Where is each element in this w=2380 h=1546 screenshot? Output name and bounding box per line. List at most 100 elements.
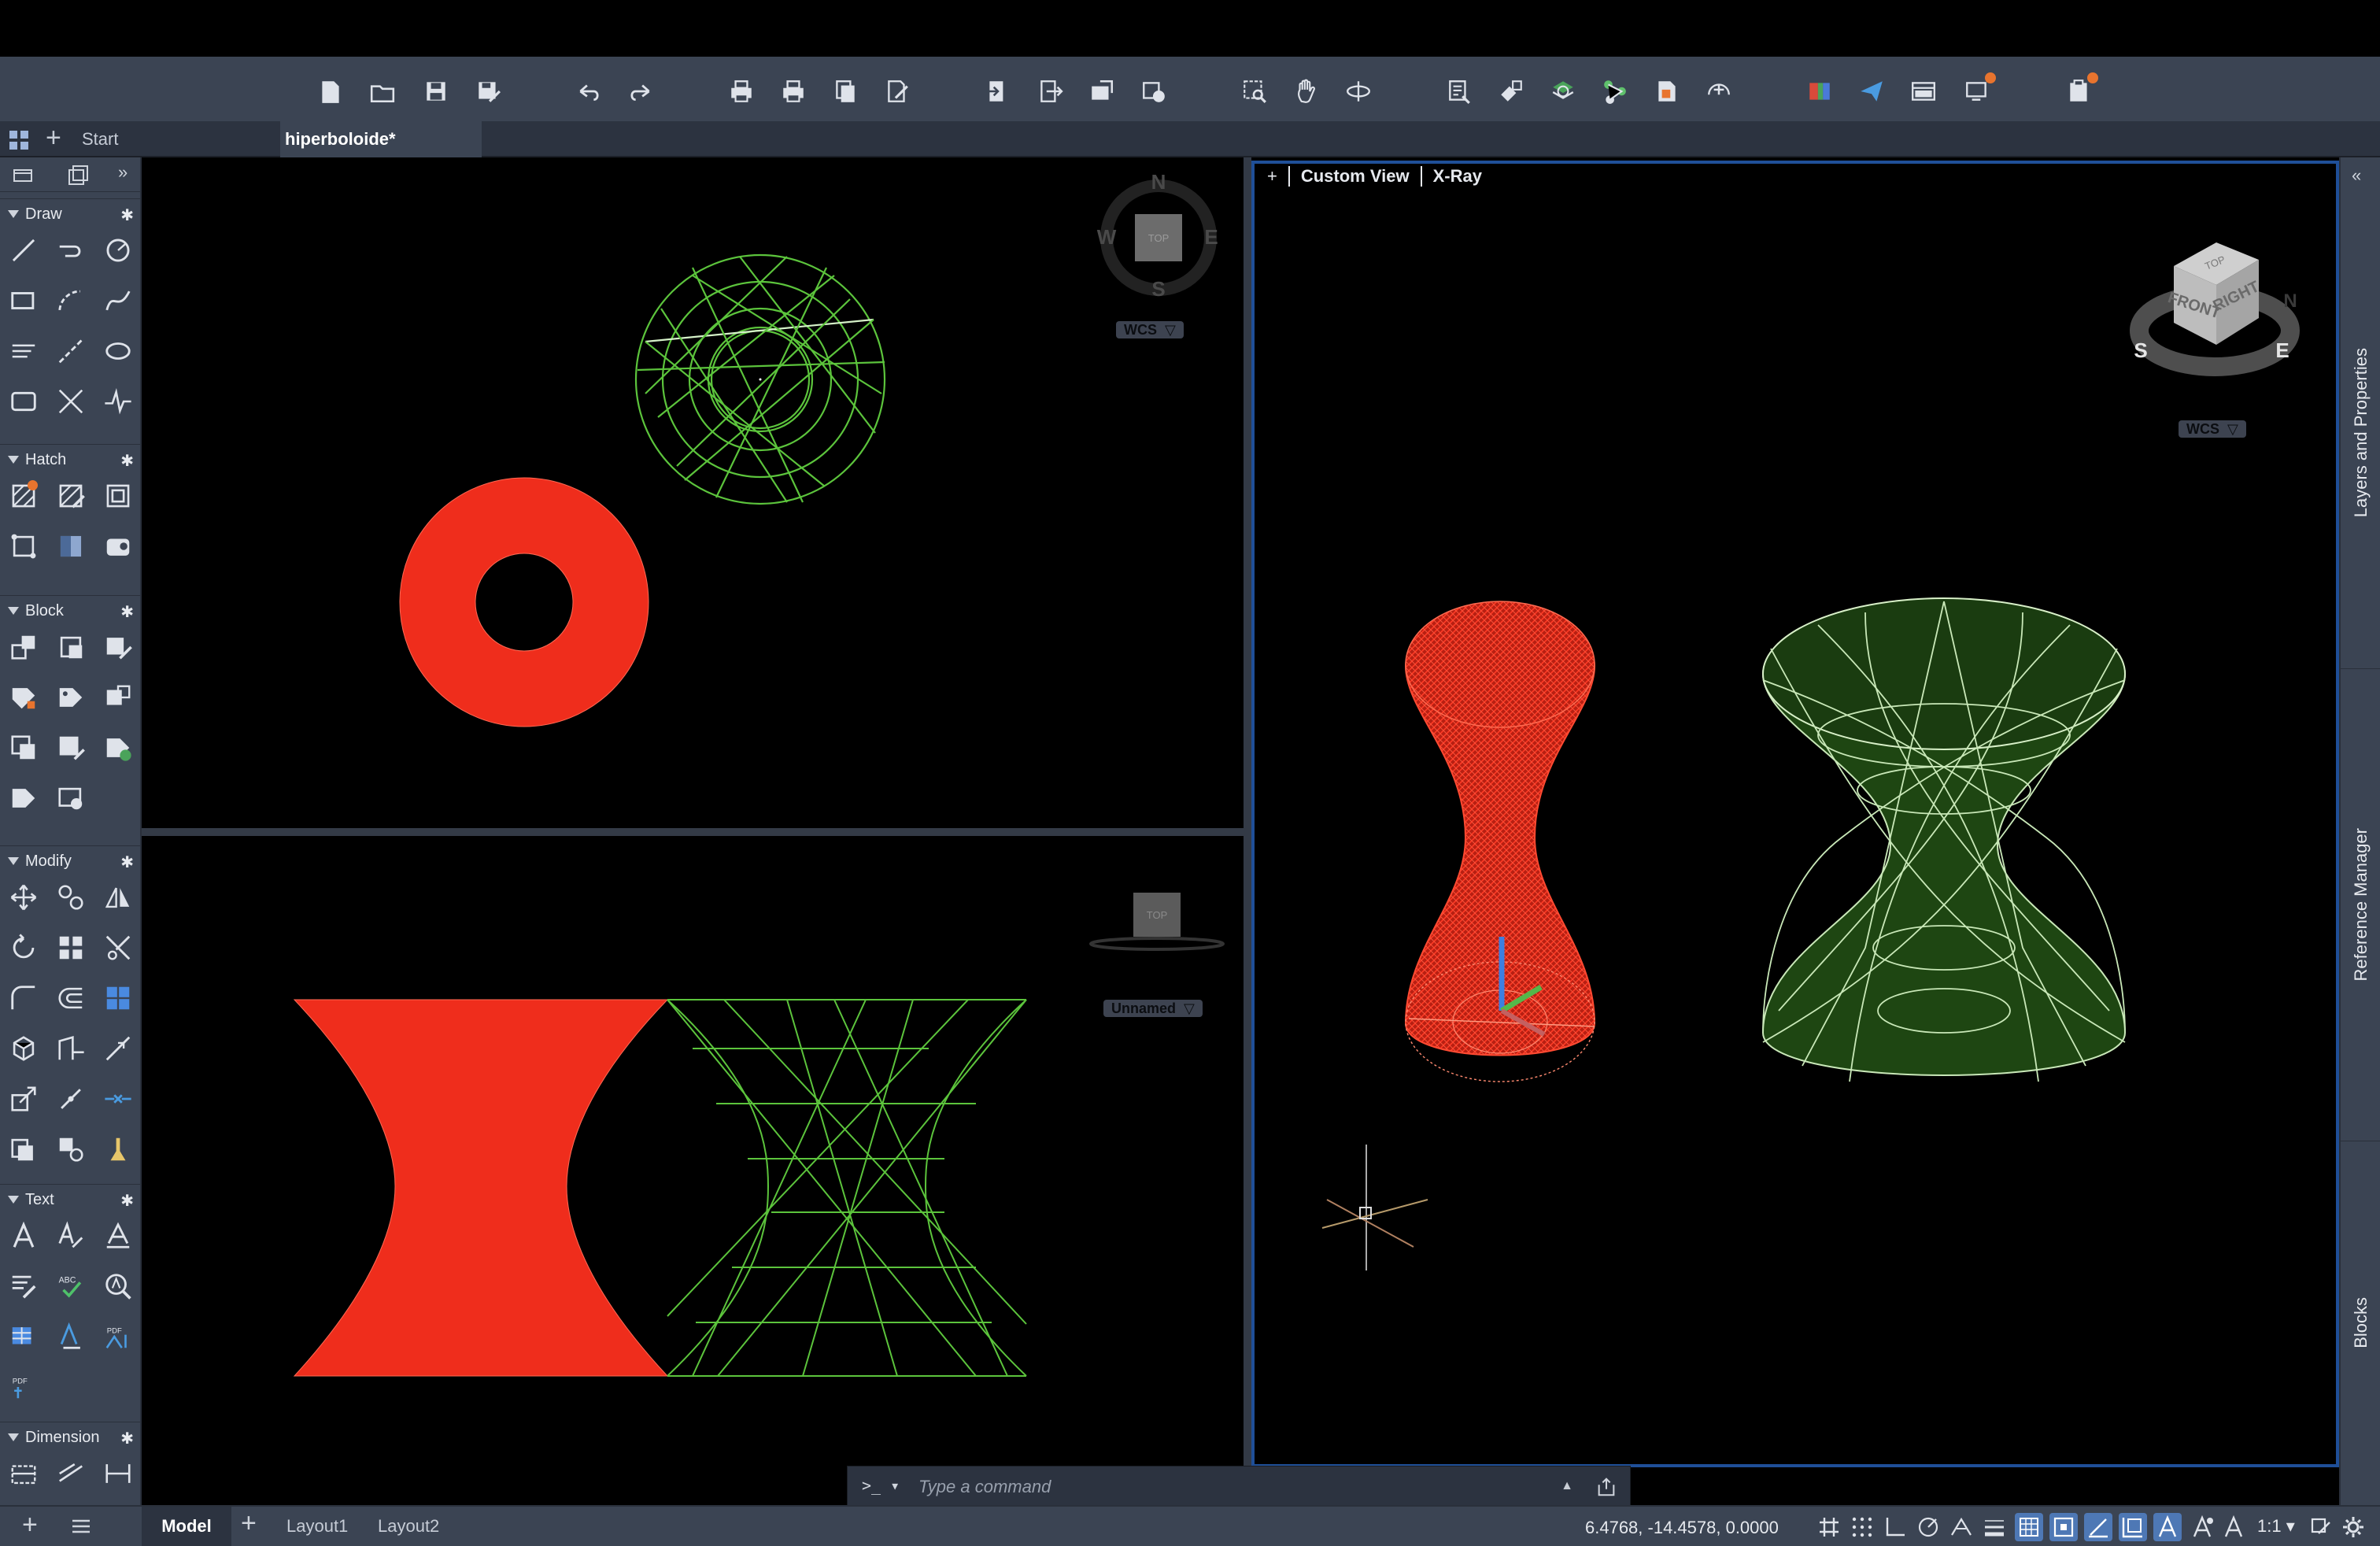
gear-icon[interactable]: ✱ [120, 853, 134, 872]
transparency-icon[interactable] [2015, 1513, 2043, 1541]
open-icon[interactable] [368, 77, 397, 105]
add-icon[interactable]: + [22, 1510, 38, 1540]
layer-icon[interactable] [1549, 77, 1577, 105]
match2-tool-icon[interactable] [55, 1134, 87, 1165]
gear-icon[interactable]: ✱ [120, 451, 134, 471]
wipe-tool-icon[interactable] [102, 531, 134, 562]
Aslant-tool-icon[interactable] [55, 1220, 87, 1252]
properties-icon[interactable] [1445, 77, 1473, 105]
polyline-tool-icon[interactable] [55, 235, 87, 266]
A-tool-icon[interactable] [8, 1220, 39, 1252]
spell-tool-icon[interactable]: ABC [55, 1270, 87, 1302]
xref-icon[interactable] [1601, 77, 1629, 105]
lineweight-icon[interactable] [1980, 1513, 2009, 1541]
dimlin-tool-icon[interactable] [8, 1458, 39, 1489]
replace-tool-icon[interactable] [55, 1321, 87, 1352]
xl-tool-icon[interactable] [55, 386, 87, 417]
spline-tool-icon[interactable] [102, 285, 134, 316]
orbit-icon[interactable] [1344, 77, 1373, 105]
object-snap-tracking-icon[interactable] [2084, 1513, 2112, 1541]
tab-hiperboloide[interactable]: hiperboloide* [280, 121, 482, 157]
region-tool-icon[interactable] [8, 531, 39, 562]
mtext-tool-icon[interactable] [8, 1270, 39, 1302]
line-tool-icon[interactable] [8, 235, 39, 266]
ellipse-tool-icon[interactable] [102, 335, 134, 367]
palette-section-block[interactable]: Block ✱ [0, 595, 142, 627]
tab-layout2[interactable]: Layout2 [378, 1507, 439, 1546]
save-as-icon[interactable] [474, 77, 502, 105]
compass[interactable]: TOP N S E W [1097, 170, 1218, 301]
dimali-tool-icon[interactable] [55, 1458, 87, 1489]
pan-icon[interactable] [1292, 77, 1321, 105]
write-tool-icon[interactable] [102, 631, 134, 663]
model-space-icon[interactable] [13, 167, 36, 184]
join-tool-icon[interactable] [102, 1083, 134, 1115]
expand-palette-icon[interactable]: » [118, 162, 128, 183]
lengthen-tool-icon[interactable] [102, 1033, 134, 1064]
arc-tool-icon[interactable] [55, 285, 87, 316]
gear-icon[interactable]: ✱ [120, 1191, 134, 1211]
create-tool-icon[interactable] [55, 631, 87, 663]
dynamic-ucs-icon[interactable] [2119, 1513, 2147, 1541]
command-history-icon[interactable] [1591, 1473, 1622, 1501]
insert-tool-icon[interactable] [8, 631, 39, 663]
gradient-tool-icon[interactable] [55, 531, 87, 562]
scale-tool-icon[interactable] [8, 1083, 39, 1115]
visual-style-button[interactable]: X-Ray [1433, 166, 1482, 187]
isometric-icon[interactable] [1947, 1513, 1975, 1541]
palette-section-draw[interactable]: Draw ✱ [0, 198, 142, 230]
layout-space-icon[interactable] [66, 164, 90, 187]
zoom-window-icon[interactable] [1240, 77, 1269, 105]
3d-tool-icon[interactable] [8, 1033, 39, 1064]
attman-tool-icon[interactable] [102, 732, 134, 764]
share-icon[interactable] [1088, 77, 1116, 105]
collapse-panel-icon[interactable]: « [2352, 165, 2361, 186]
command-prompt-icon[interactable]: >_ ▾ [862, 1476, 900, 1495]
red-hyperboloid-top-view[interactable] [399, 477, 649, 727]
updates-icon[interactable] [2065, 72, 2098, 105]
pdf-tool-icon[interactable]: PDF [8, 1371, 39, 1403]
palette-section-modify[interactable]: Modify ✱ [0, 845, 142, 877]
view-controls-button[interactable]: Custom View [1301, 166, 1410, 187]
batch-plot-icon[interactable] [883, 77, 911, 105]
palette-section-hatch[interactable]: Hatch ✱ [0, 444, 142, 475]
grid-tool-icon[interactable] [102, 982, 134, 1014]
undo-icon[interactable] [575, 77, 603, 105]
boundary-tool-icon[interactable] [102, 480, 134, 512]
import-icon[interactable] [984, 77, 1012, 105]
gear-icon[interactable]: ✱ [120, 602, 134, 622]
change-tool-icon[interactable] [8, 1134, 39, 1165]
offset-tool-icon[interactable] [55, 982, 87, 1014]
viewport-top-left[interactable]: TOP N S E W WCS ▽ [142, 157, 1244, 828]
block-icon[interactable] [1653, 77, 1681, 105]
ortho-mode-icon[interactable] [1881, 1513, 1909, 1541]
annotation-scale[interactable]: 1:1 ▾ [2257, 1516, 2295, 1537]
viewport-splitter-horizontal[interactable] [142, 828, 1244, 836]
rect-tool-icon[interactable] [8, 285, 39, 316]
match-properties-icon[interactable] [1497, 77, 1525, 105]
attdef-tool-icon[interactable] [8, 682, 39, 713]
gear-icon[interactable]: ✱ [120, 205, 134, 225]
tag-tool-icon[interactable] [55, 682, 87, 713]
new-icon[interactable] [316, 77, 345, 105]
rotate-tool-icon[interactable] [8, 932, 39, 963]
panel-blocks[interactable]: Blocks [2341, 1141, 2380, 1503]
hatchedit-tool-icon[interactable] [55, 480, 87, 512]
blkattr-tool-icon[interactable] [8, 782, 39, 814]
annotation-visibility-icon[interactable] [2153, 1513, 2182, 1541]
refedit-tool-icon[interactable] [8, 732, 39, 764]
workspace-icon[interactable] [1909, 77, 1938, 105]
send-icon[interactable] [1857, 77, 1886, 105]
grid-display-icon[interactable] [1815, 1513, 1843, 1541]
array-tool-icon[interactable] [55, 932, 87, 963]
circle-tool-icon[interactable] [102, 235, 134, 266]
menu-lines-icon[interactable] [69, 1515, 93, 1542]
plot-preview-icon[interactable] [779, 77, 808, 105]
new-tab-button[interactable]: + [46, 124, 61, 151]
panel-layers-and-properties[interactable]: Layers and Properties [2341, 197, 2380, 669]
scale2-tool-icon[interactable]: PDF [102, 1321, 134, 1352]
clip-tool-icon[interactable] [55, 732, 87, 764]
gear-icon[interactable]: ✱ [120, 1429, 134, 1448]
stretch-tool-icon[interactable] [55, 1033, 87, 1064]
blkedit-tool-icon[interactable] [102, 682, 134, 713]
